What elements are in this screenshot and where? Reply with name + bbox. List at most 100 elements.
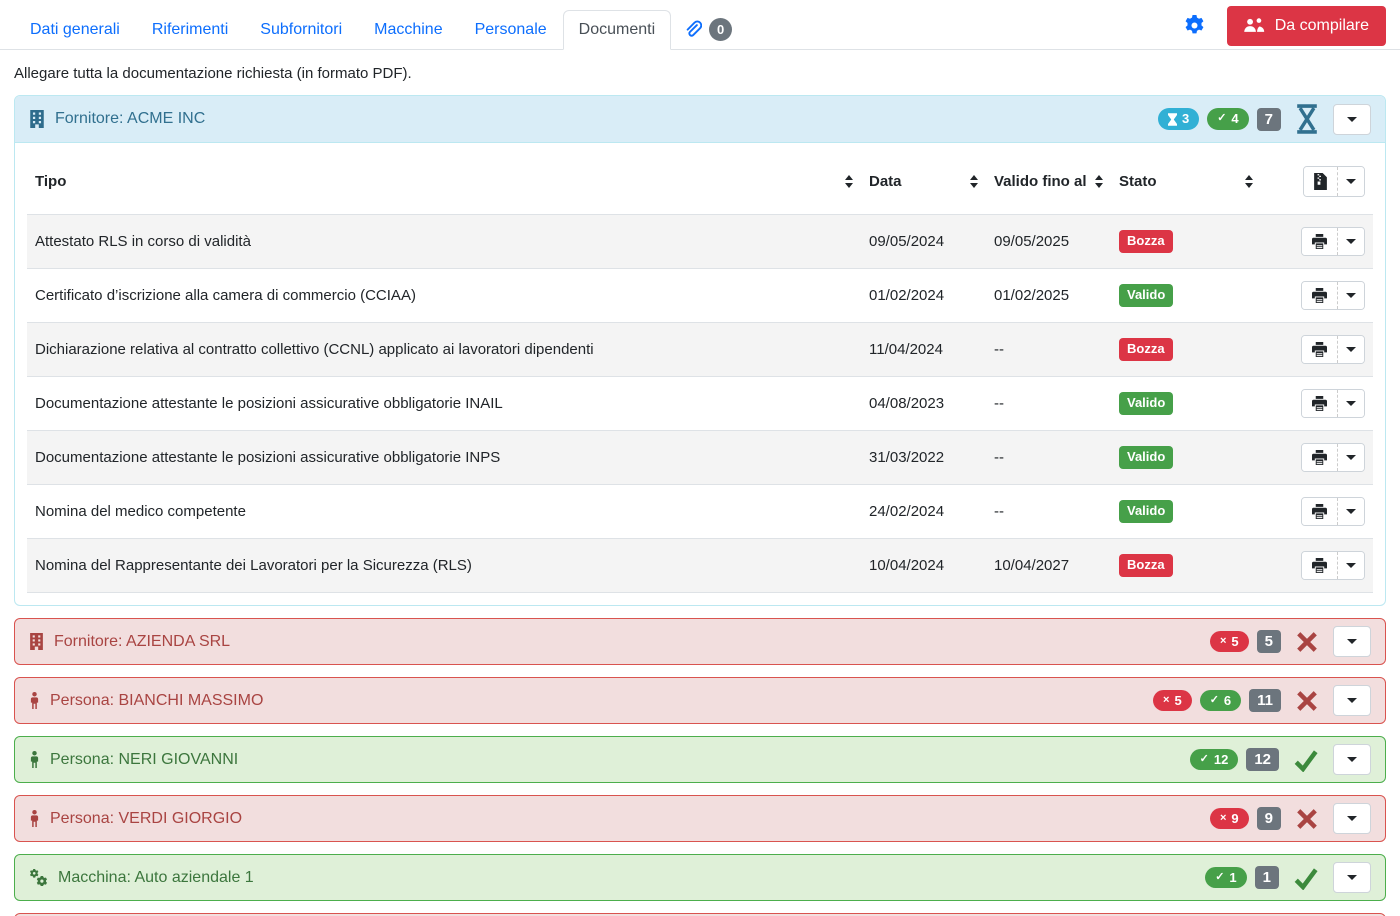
panel-dropdown-button[interactable] bbox=[1333, 104, 1371, 135]
panel-persona-bianchi-massimo[interactable]: Persona: BIANCHI MASSIMO ×5 ✓6 11 bbox=[14, 677, 1386, 724]
valid-count-pill: ✓12 bbox=[1190, 749, 1239, 771]
print-button[interactable] bbox=[1302, 390, 1337, 417]
print-split-button bbox=[1301, 551, 1365, 580]
doc-data: 04/08/2023 bbox=[861, 377, 986, 431]
x-icon: × bbox=[1163, 694, 1169, 707]
print-split-button bbox=[1301, 497, 1365, 526]
document-row: Documentazione attestante le posizioni a… bbox=[27, 377, 1373, 431]
doc-stato: Valido bbox=[1111, 485, 1261, 539]
doc-valido: -- bbox=[986, 323, 1111, 377]
print-button[interactable] bbox=[1302, 228, 1337, 255]
check-status-icon bbox=[1293, 748, 1319, 772]
panel-dropdown-button[interactable] bbox=[1333, 862, 1371, 893]
gear-icon bbox=[1184, 15, 1205, 36]
col-header-data[interactable]: Data bbox=[861, 149, 986, 215]
panel-fornitore-acme-header[interactable]: Fornitore: ACME INC 3 ✓ 4 7 bbox=[15, 96, 1385, 143]
attachments-tab[interactable]: 0 bbox=[671, 9, 744, 50]
doc-tipo: Nomina del medico competente bbox=[27, 485, 861, 539]
col-header-stato[interactable]: Stato bbox=[1111, 149, 1261, 215]
panel-dropdown-button[interactable] bbox=[1333, 744, 1371, 775]
print-split-button bbox=[1301, 227, 1365, 256]
doc-valido: 10/04/2027 bbox=[986, 539, 1111, 593]
print-dropdown-button[interactable] bbox=[1337, 282, 1364, 309]
panel-header-badges: 3 ✓ 4 7 bbox=[1158, 104, 1371, 135]
tab-personale[interactable]: Personale bbox=[459, 10, 563, 50]
x-status-icon bbox=[1295, 807, 1319, 831]
tab-documenti[interactable]: Documenti bbox=[563, 10, 671, 50]
panel-dropdown-button[interactable] bbox=[1333, 626, 1371, 657]
doc-stato: Valido bbox=[1111, 377, 1261, 431]
gears-icon bbox=[29, 869, 48, 886]
da-compilare-button[interactable]: Da compilare bbox=[1227, 6, 1386, 46]
settings-button[interactable] bbox=[1184, 15, 1205, 36]
status-badge: Valido bbox=[1119, 284, 1173, 307]
panel-fornitore-azienda-srl[interactable]: Fornitore: AZIENDA SRL ×5 5 bbox=[14, 618, 1386, 665]
check-icon: ✓ bbox=[1217, 112, 1226, 125]
panel-fornitore-acme: Fornitore: ACME INC 3 ✓ 4 7 bbox=[14, 95, 1386, 606]
sort-icon bbox=[1245, 175, 1253, 188]
print-split-button bbox=[1301, 443, 1365, 472]
valid-count-pill: ✓1 bbox=[1205, 867, 1246, 889]
check-icon: ✓ bbox=[1215, 871, 1224, 884]
sort-icon bbox=[1095, 175, 1103, 188]
sort-icon bbox=[970, 175, 978, 188]
printer-icon bbox=[1312, 288, 1327, 303]
chevron-down-icon bbox=[1346, 455, 1356, 460]
print-button[interactable] bbox=[1302, 498, 1337, 525]
print-dropdown-button[interactable] bbox=[1337, 336, 1364, 363]
print-dropdown-button[interactable] bbox=[1337, 390, 1364, 417]
total-count-badge: 1 bbox=[1255, 866, 1279, 889]
panel-persona-verdi-giorgio[interactable]: Persona: VERDI GIORGIO ×9 9 bbox=[14, 795, 1386, 842]
print-dropdown-button[interactable] bbox=[1337, 498, 1364, 525]
status-badge: Valido bbox=[1119, 500, 1173, 523]
col-header-actions bbox=[1261, 149, 1373, 215]
doc-valido: -- bbox=[986, 431, 1111, 485]
print-button[interactable] bbox=[1302, 552, 1337, 579]
print-dropdown-button[interactable] bbox=[1337, 444, 1364, 471]
print-button[interactable] bbox=[1302, 282, 1337, 309]
export-zip-split-button bbox=[1303, 166, 1365, 197]
print-dropdown-button[interactable] bbox=[1337, 228, 1364, 255]
panel-title: Fornitore: ACME INC bbox=[55, 110, 205, 128]
doc-tipo: Documentazione attestante le posizioni a… bbox=[27, 431, 861, 485]
panel-title: Macchina: Auto aziendale 1 bbox=[58, 869, 254, 887]
printer-icon bbox=[1312, 342, 1327, 357]
doc-stato: Valido bbox=[1111, 431, 1261, 485]
print-split-button bbox=[1301, 335, 1365, 364]
print-dropdown-button[interactable] bbox=[1337, 552, 1364, 579]
doc-tipo: Nomina del Rappresentante dei Lavoratori… bbox=[27, 539, 861, 593]
panel-dropdown-button[interactable] bbox=[1333, 685, 1371, 716]
users-icon bbox=[1244, 17, 1265, 34]
print-button[interactable] bbox=[1302, 336, 1337, 363]
doc-data: 31/03/2022 bbox=[861, 431, 986, 485]
panel-persona-neri-giovanni[interactable]: Persona: NERI GIOVANNI ✓12 12 bbox=[14, 736, 1386, 783]
doc-data: 10/04/2024 bbox=[861, 539, 986, 593]
x-status-icon bbox=[1295, 630, 1319, 654]
panel-title: Persona: VERDI GIORGIO bbox=[50, 810, 242, 828]
chevron-down-icon bbox=[1347, 757, 1357, 762]
export-dropdown-button[interactable] bbox=[1337, 167, 1364, 196]
doc-stato: Bozza bbox=[1111, 215, 1261, 269]
col-header-valido[interactable]: Valido fino al bbox=[986, 149, 1111, 215]
panel-dropdown-button[interactable] bbox=[1333, 803, 1371, 834]
tab-dati-generali[interactable]: Dati generali bbox=[14, 10, 136, 50]
print-button[interactable] bbox=[1302, 444, 1337, 471]
tab-subfornitori[interactable]: Subfornitori bbox=[244, 10, 358, 50]
document-row: Dichiarazione relativa al contratto coll… bbox=[27, 323, 1373, 377]
tab-macchine[interactable]: Macchine bbox=[358, 10, 458, 50]
chevron-down-icon bbox=[1347, 816, 1357, 821]
attachments-count-badge: 0 bbox=[709, 18, 732, 41]
sort-icon bbox=[845, 175, 853, 188]
export-zip-button[interactable] bbox=[1304, 167, 1337, 196]
invalid-count-pill: ×9 bbox=[1210, 808, 1249, 830]
paperclip-icon bbox=[683, 20, 702, 39]
tab-riferimenti[interactable]: Riferimenti bbox=[136, 10, 244, 50]
documents-table-container: Tipo Data Valido fino al Stato bbox=[15, 143, 1385, 605]
invalid-count-pill: ×5 bbox=[1210, 631, 1249, 653]
panel-macchina-auto-aziendale-1[interactable]: Macchina: Auto aziendale 1 ✓1 1 bbox=[14, 854, 1386, 901]
col-header-tipo[interactable]: Tipo bbox=[27, 149, 861, 215]
building-icon bbox=[29, 633, 44, 650]
zip-file-icon bbox=[1314, 173, 1327, 190]
doc-tipo: Dichiarazione relativa al contratto coll… bbox=[27, 323, 861, 377]
total-count-badge: 12 bbox=[1246, 748, 1279, 771]
